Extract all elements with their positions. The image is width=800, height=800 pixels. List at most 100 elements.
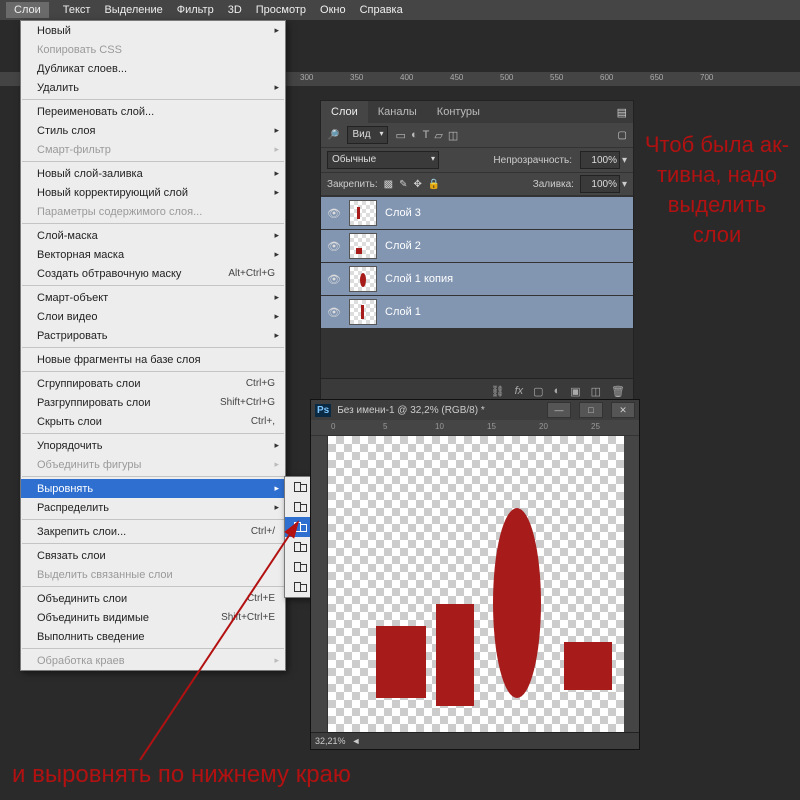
panel-menu-icon[interactable]: ▤ (617, 106, 627, 119)
menu-item[interactable]: Сгруппировать слоиCtrl+G (21, 374, 285, 393)
menu-item[interactable]: Смарт-объект (21, 288, 285, 307)
filter-shape-icon[interactable]: ▱ (434, 129, 442, 142)
menu-item[interactable]: Выровнять (21, 479, 285, 498)
menu-select[interactable]: Выделение (104, 4, 162, 16)
menu-item[interactable]: Связать слои (21, 546, 285, 565)
menu-item[interactable]: Слои видео (21, 307, 285, 326)
canvas[interactable] (328, 436, 624, 732)
opacity-label: Непрозрачность: (493, 155, 572, 166)
visibility-icon[interactable]: 👁 (327, 207, 341, 220)
visibility-icon[interactable]: 👁 (327, 273, 341, 286)
menu-item[interactable]: Создать обтравочную маскуAlt+Ctrl+G (21, 264, 285, 283)
menu-item[interactable]: Удалить (21, 78, 285, 97)
tab-layers[interactable]: Слои (321, 101, 368, 123)
menu-item[interactable]: Упорядочить (21, 436, 285, 455)
menu-item[interactable]: Дубликат слоев... (21, 59, 285, 78)
layer-name[interactable]: Слой 3 (385, 207, 421, 219)
tab-channels[interactable]: Каналы (368, 101, 427, 123)
fill-input[interactable] (580, 175, 620, 193)
menu-item[interactable]: Новый корректирующий слой (21, 183, 285, 202)
lock-paint-icon[interactable]: ✎ (399, 179, 407, 190)
menu-text[interactable]: Текст (63, 4, 91, 16)
minimize-button[interactable]: — (547, 402, 571, 418)
menu-item[interactable]: Новый (21, 21, 285, 40)
shape-rect-2 (436, 604, 474, 706)
close-button[interactable]: ✕ (611, 402, 635, 418)
fx-icon[interactable]: fx (515, 385, 524, 397)
lock-label: Закрепить: (327, 179, 378, 190)
blend-mode-dropdown[interactable]: Обычные (327, 151, 439, 169)
menu-item: Смарт-фильтр (21, 140, 285, 159)
maximize-button[interactable]: □ (579, 402, 603, 418)
menu-item[interactable]: Объединить слоиCtrl+E (21, 589, 285, 608)
menu-item[interactable]: Объединить видимыеShift+Ctrl+E (21, 608, 285, 627)
filter-pixel-icon[interactable]: ▭ (396, 129, 406, 142)
layers-panel[interactable]: Слои Каналы Контуры ▤ 🔎 Вид ▭ ◐ T ▱ ◫ ▢ … (320, 100, 634, 404)
layer-row[interactable]: 👁 Слой 3 (321, 196, 633, 229)
menu-help[interactable]: Справка (360, 4, 403, 16)
fill-label: Заливка: (533, 179, 574, 190)
layer-name[interactable]: Слой 1 копия (385, 273, 453, 285)
filter-type-dropdown[interactable]: Вид (347, 126, 387, 144)
layer-name[interactable]: Слой 1 (385, 306, 421, 318)
menu-item[interactable]: Новый слой-заливка (21, 164, 285, 183)
filter-type-icon[interactable]: T (423, 129, 430, 142)
lock-pos-icon[interactable]: ✥ (414, 179, 422, 190)
status-arrow-icon[interactable]: ◄ (352, 736, 361, 746)
new-layer-icon[interactable]: ◫ (591, 385, 601, 398)
filter-icons[interactable]: ▭ ◐ T ▱ ◫ (396, 129, 459, 142)
menu-item[interactable]: Стиль слоя (21, 121, 285, 140)
layer-row[interactable]: 👁 Слой 2 (321, 229, 633, 262)
ps-icon: Ps (315, 404, 331, 417)
app-menubar[interactable]: Слои Текст Выделение Фильтр 3D Просмотр … (0, 0, 800, 20)
menu-item[interactable]: Новые фрагменты на базе слоя (21, 350, 285, 369)
menu-filter[interactable]: Фильтр (177, 4, 214, 16)
menu-item[interactable]: Слой-маска (21, 226, 285, 245)
layer-list[interactable]: 👁 Слой 3 👁 Слой 2 👁 Слой 1 копия 👁 Слой 1 (321, 196, 633, 328)
menu-item[interactable]: Закрепить слои...Ctrl+/ (21, 522, 285, 541)
lock-row: Закрепить: ▩ ✎ ✥ 🔒 Заливка: ▾ (321, 173, 633, 196)
document-window[interactable]: Ps Без имени-1 @ 32,2% (RGB/8) * — □ ✕ 0… (310, 399, 640, 750)
menu-item[interactable]: Растрировать (21, 326, 285, 345)
lock-all-icon[interactable]: 🔒 (428, 179, 440, 190)
menu-view[interactable]: Просмотр (256, 4, 306, 16)
menu-item[interactable]: Скрыть слоиCtrl+, (21, 412, 285, 431)
menu-item: Выделить связанные слои (21, 565, 285, 584)
panel-tabs[interactable]: Слои Каналы Контуры ▤ (321, 101, 633, 123)
menu-item[interactable]: Выполнить сведение (21, 627, 285, 646)
trash-icon[interactable]: 🗑 (611, 385, 625, 398)
filter-toggle-icon[interactable]: ▢ (618, 130, 627, 141)
lock-trans-icon[interactable]: ▩ (384, 179, 393, 190)
adjust-icon[interactable]: ◐ (554, 385, 561, 397)
align-icon (293, 541, 307, 553)
menu-item[interactable]: Векторная маска (21, 245, 285, 264)
menu-item[interactable]: Переименовать слой... (21, 102, 285, 121)
menu-layers[interactable]: Слои (6, 2, 49, 18)
layer-row[interactable]: 👁 Слой 1 копия (321, 262, 633, 295)
align-icon (293, 481, 307, 493)
link-icon[interactable]: ⛓ (491, 385, 505, 398)
zoom-display[interactable]: 32,21% (315, 736, 346, 746)
filter-smart-icon[interactable]: ◫ (448, 129, 458, 142)
menu-item: Копировать CSS (21, 40, 285, 59)
visibility-icon[interactable]: 👁 (327, 240, 341, 253)
filter-adjust-icon[interactable]: ◐ (411, 129, 418, 142)
layer-row[interactable]: 👁 Слой 1 (321, 295, 633, 328)
tab-paths[interactable]: Контуры (427, 101, 490, 123)
visibility-icon[interactable]: 👁 (327, 306, 341, 319)
menu-item[interactable]: Разгруппировать слоиShift+Ctrl+G (21, 393, 285, 412)
menu-item: Обработка краев (21, 651, 285, 670)
doc-titlebar[interactable]: Ps Без имени-1 @ 32,2% (RGB/8) * — □ ✕ (311, 400, 639, 420)
menu-item[interactable]: Распределить (21, 498, 285, 517)
opacity-input[interactable] (580, 151, 620, 169)
mask-icon[interactable]: ▢ (533, 385, 543, 398)
layers-menu-dropdown[interactable]: НовыйКопировать CSSДубликат слоев...Удал… (20, 20, 286, 671)
menu-window[interactable]: Окно (320, 4, 346, 16)
layer-thumb (349, 200, 377, 226)
group-icon[interactable]: ▣ (570, 385, 580, 398)
layer-name[interactable]: Слой 2 (385, 240, 421, 252)
menu-3d[interactable]: 3D (228, 4, 242, 16)
search-icon[interactable]: 🔎 (327, 130, 339, 141)
shape-rect-3 (564, 642, 612, 690)
menu-item: Параметры содержимого слоя... (21, 202, 285, 221)
